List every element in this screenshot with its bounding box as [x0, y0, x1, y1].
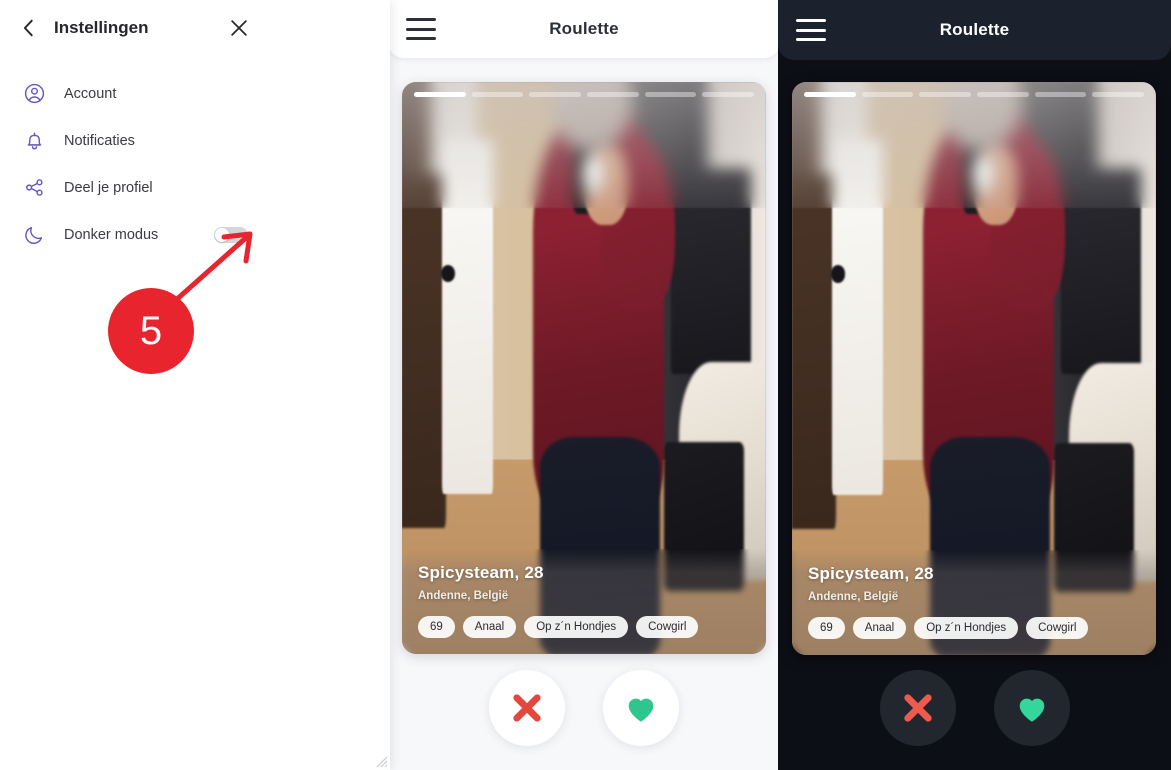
settings-panel-body: Instellingen Account Notificaties Deel j… — [0, 0, 268, 770]
tag-chip-anaal[interactable]: Anaal — [462, 616, 517, 638]
x-icon — [513, 694, 541, 722]
step-number-badge: 5 — [108, 288, 194, 374]
tag-chip-cowgirl[interactable]: Cowgirl — [1026, 617, 1089, 639]
story-segment[interactable] — [919, 92, 972, 97]
story-segment[interactable] — [1092, 92, 1145, 97]
settings-header: Instellingen — [0, 0, 268, 56]
story-segment[interactable] — [587, 92, 639, 97]
dark-dislike-button[interactable] — [879, 670, 956, 746]
dark-profile-name: Spicysteam, 28 — [808, 564, 934, 583]
user-circle-icon — [20, 80, 48, 108]
light-profile-name: Spicysteam, 28 — [418, 563, 544, 582]
heart-icon — [1019, 698, 1044, 722]
tag-chip-69[interactable]: 69 — [808, 617, 845, 639]
light-story-progress-bars[interactable] — [402, 92, 766, 97]
story-segment[interactable] — [804, 92, 856, 97]
sidebar-item-notificaties[interactable]: Notificaties — [0, 117, 268, 164]
sidebar-item-label: Notificaties — [64, 132, 135, 149]
phone-dark-theme: Roulette Spicysteam, 28 Andenne, België — [778, 0, 1171, 770]
dark-profile-location: Andenne, België — [808, 591, 899, 603]
dark-story-progress-bars[interactable] — [792, 92, 1156, 97]
bell-icon — [20, 127, 48, 155]
story-segment[interactable] — [1034, 92, 1087, 97]
share-icon — [20, 174, 48, 202]
sidebar-item-label: Deel je profiel — [64, 179, 153, 196]
story-segment[interactable] — [644, 92, 697, 97]
story-segment[interactable] — [977, 92, 1029, 97]
story-segment[interactable] — [861, 92, 914, 97]
light-profile-card[interactable]: Spicysteam, 28 Andenne, België 69 Anaal … — [402, 82, 766, 654]
dark-card-info: Spicysteam, 28 Andenne, België 69 Anaal … — [792, 550, 1156, 655]
moon-icon — [20, 221, 48, 249]
light-like-button[interactable] — [603, 670, 679, 746]
sidebar-item-label: Account — [64, 85, 117, 102]
tag-chip-anaal[interactable]: Anaal — [852, 617, 907, 639]
phone-light-theme: Roulette Spicysteam, 28 Andenne, België — [388, 0, 780, 770]
story-segment[interactable] — [471, 92, 524, 97]
story-segment[interactable] — [414, 92, 466, 97]
story-segment[interactable] — [702, 92, 755, 97]
dark-like-button[interactable] — [993, 670, 1070, 746]
sidebar-item-label: Donker modus — [64, 226, 159, 243]
annotation-arrow — [173, 231, 253, 303]
light-action-buttons — [388, 670, 780, 746]
light-dislike-button[interactable] — [489, 670, 565, 746]
hamburger-menu-icon[interactable] — [406, 18, 436, 40]
light-card-info: Spicysteam, 28 Andenne, België 69 Anaal … — [402, 549, 766, 654]
dark-profile-tags: 69 Anaal Op z´n Hondjes Cowgirl — [808, 617, 1140, 639]
settings-title: Instellingen — [54, 18, 149, 37]
light-topbar: Roulette — [388, 0, 780, 58]
settings-overlay-panel: Instellingen Account Notificaties Deel j… — [0, 0, 390, 770]
light-profile-location: Andenne, België — [418, 590, 509, 602]
dark-page-title: Roulette — [939, 20, 1010, 39]
step-number: 5 — [139, 308, 163, 353]
close-icon[interactable] — [228, 17, 250, 39]
dark-action-buttons — [778, 670, 1171, 746]
tag-chip-cowgirl[interactable]: Cowgirl — [636, 616, 699, 638]
tag-chip-op-zn-hondjes[interactable]: Op z´n Hondjes — [914, 617, 1019, 639]
screenshot-root: Spicysteam, 28 Andenne, België 69 Anaal … — [0, 0, 1171, 770]
sidebar-item-account[interactable]: Account — [0, 70, 268, 117]
sidebar-item-deel-je-profiel[interactable]: Deel je profiel — [0, 164, 268, 211]
light-page-title: Roulette — [549, 19, 619, 38]
dark-profile-card[interactable]: Spicysteam, 28 Andenne, België 69 Anaal … — [792, 82, 1156, 655]
chevron-left-icon[interactable] — [18, 17, 40, 39]
heart-icon — [628, 698, 654, 722]
story-segment[interactable] — [529, 92, 582, 97]
resize-grip-handle[interactable] — [372, 752, 388, 768]
tag-chip-69[interactable]: 69 — [418, 616, 455, 638]
light-profile-tags: 69 Anaal Op z´n Hondjes Cowgirl — [418, 616, 750, 638]
x-icon — [903, 694, 932, 722]
tag-chip-op-zn-hondjes[interactable]: Op z´n Hondjes — [524, 616, 629, 638]
hamburger-menu-icon[interactable] — [796, 19, 826, 41]
dark-topbar: Roulette — [778, 0, 1171, 60]
